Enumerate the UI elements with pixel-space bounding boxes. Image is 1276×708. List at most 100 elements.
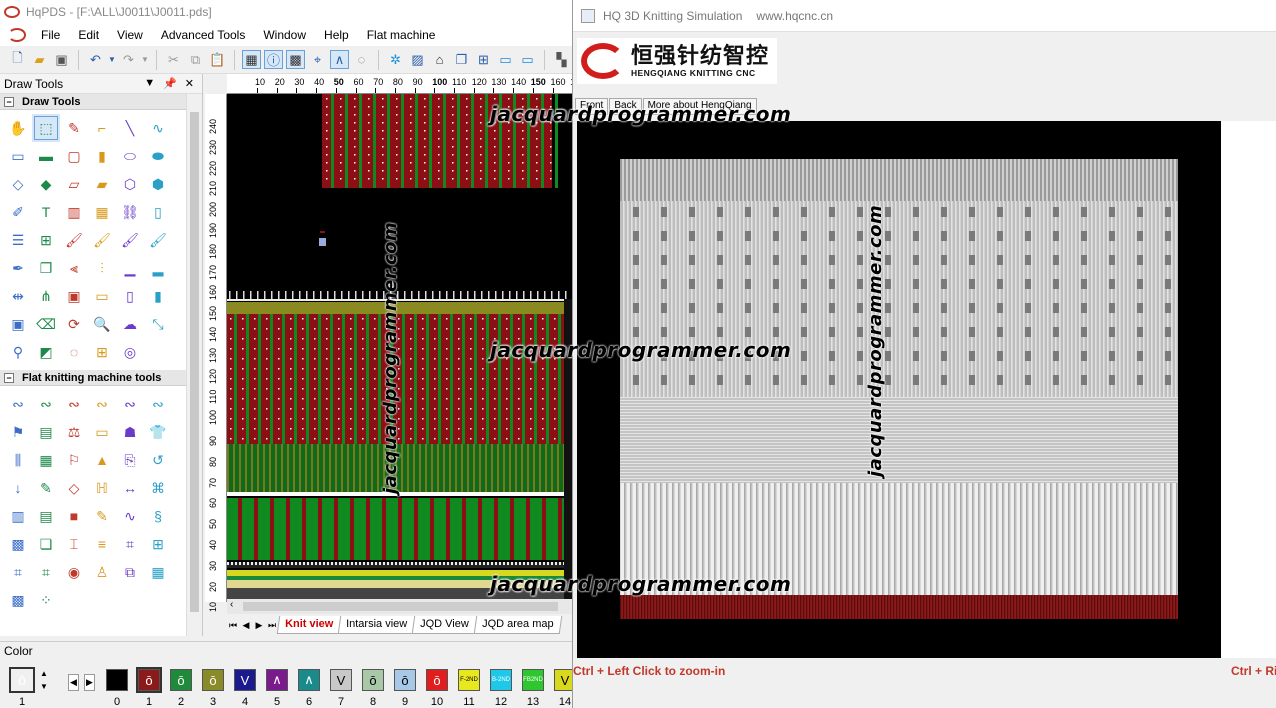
pencil-icon[interactable]: ✎ [60, 114, 88, 142]
yarn-icon[interactable]: ⚑ [4, 418, 32, 446]
menu-window[interactable]: Window [254, 24, 315, 46]
marker-icon[interactable]: ✐ [4, 198, 32, 226]
color-swatch-13[interactable]: FB2ND [522, 669, 544, 691]
tiles-icon[interactable]: ⊞ [32, 226, 60, 254]
rounded-rect-icon[interactable]: ▢ [60, 142, 88, 170]
module-grid-icon[interactable]: ⊞ [88, 338, 116, 366]
filled-hexagon-icon[interactable]: ⬢ [144, 170, 172, 198]
photo-icon[interactable]: ▩ [4, 530, 32, 558]
prev-tab-icon[interactable]: ◀ [240, 620, 252, 631]
brush-alt-icon[interactable]: 🖌 [88, 226, 116, 254]
current-color-swatch[interactable]: ō [9, 667, 35, 693]
menu-file[interactable]: File [32, 24, 69, 46]
lasso-icon[interactable]: ◌ [60, 338, 88, 366]
knit-op-2-icon[interactable]: ∾ [32, 390, 60, 418]
copy-icon[interactable]: ⧉ [186, 50, 205, 69]
group-header-flat-knitting[interactable]: − Flat knitting machine tools [0, 370, 202, 386]
knit-op-4-icon[interactable]: ∾ [88, 390, 116, 418]
color-swatch-12[interactable]: B-2ND [490, 669, 512, 691]
collapse-icon[interactable]: − [4, 96, 14, 107]
grid-export-icon[interactable]: ⊞ [144, 530, 172, 558]
code-icon[interactable]: ⌘ [144, 474, 172, 502]
save-icon[interactable]: ▣ [52, 50, 71, 69]
sparkle-icon[interactable]: ✲ [386, 50, 405, 69]
arrows-icon[interactable]: ↔ [116, 474, 144, 502]
color-swatch-8[interactable]: ō [362, 669, 384, 691]
color-swatch-7[interactable]: V [330, 669, 352, 691]
diamond-icon[interactable]: ◇ [4, 170, 32, 198]
group-header-draw-tools[interactable]: − Draw Tools [0, 94, 202, 110]
knit-op-3-icon[interactable]: ∾ [60, 390, 88, 418]
monitor-icon[interactable]: ▭ [88, 418, 116, 446]
filled-diamond-icon[interactable]: ◆ [32, 170, 60, 198]
square-frame-icon[interactable]: ▣ [4, 310, 32, 338]
frame-icon[interactable]: ▣ [60, 282, 88, 310]
red-block-icon[interactable]: ▦ [32, 446, 60, 474]
step-line-icon[interactable]: ⌐ [88, 114, 116, 142]
palette-scroll-left-icon[interactable]: ◀ [68, 674, 79, 691]
bar-chart-icon[interactable]: ▁ [116, 254, 144, 282]
diamond-outline-icon[interactable]: ◇ [60, 474, 88, 502]
layers-icon[interactable]: ❐ [452, 50, 471, 69]
grid-settings-icon[interactable]: ⊞ [474, 50, 493, 69]
dropdown-arrow-icon[interactable]: ▼ [141, 50, 149, 69]
robot-icon[interactable]: ☗ [116, 418, 144, 446]
color-swatch-11[interactable]: F-2ND [458, 669, 480, 691]
red-square-icon[interactable]: ■ [60, 502, 88, 530]
pen-icon[interactable]: ✎ [32, 474, 60, 502]
columns-icon[interactable]: ▯ [144, 198, 172, 226]
i-beam-icon[interactable]: ⌶ [60, 530, 88, 558]
scale-icon[interactable]: ⚖ [60, 418, 88, 446]
scroll-left-icon[interactable]: ‹ [230, 599, 233, 610]
grid-icon[interactable]: ▦ [242, 50, 261, 69]
line-icon[interactable]: ╲ [116, 114, 144, 142]
last-tab-icon[interactable]: ⏭ [266, 620, 278, 631]
network-icon[interactable]: ⋔ [32, 282, 60, 310]
eraser-alt-icon[interactable]: ◩ [32, 338, 60, 366]
knit-op-6-icon[interactable]: ∾ [144, 390, 172, 418]
undo-icon[interactable]: ↶ [86, 50, 105, 69]
align-left-icon[interactable]: ⫷ [60, 254, 88, 282]
globe-icon[interactable]: ◉ [60, 558, 88, 586]
display-icon[interactable]: ▭ [518, 50, 537, 69]
screen-icon[interactable]: ▭ [88, 282, 116, 310]
stripes-icon[interactable]: ▥ [4, 502, 32, 530]
ellipse-icon[interactable]: ⬭ [116, 142, 144, 170]
knit-op-1-icon[interactable]: ∾ [4, 390, 32, 418]
menu-flat-machine[interactable]: Flat machine [358, 24, 445, 46]
align-center-icon[interactable]: ⫶ [88, 254, 116, 282]
tab-intarsia-view[interactable]: Intarsia view [338, 616, 416, 634]
down-arrow-icon[interactable]: ↓ [4, 474, 32, 502]
export-icon[interactable]: ⎘ [116, 446, 144, 474]
move-image-icon[interactable]: ⤡ [144, 310, 172, 338]
curve-icon[interactable]: ∿ [144, 114, 172, 142]
person-icon[interactable]: ♙ [88, 558, 116, 586]
copy-block-icon[interactable]: ❐ [32, 254, 60, 282]
image-icon[interactable]: ▩ [4, 586, 32, 614]
menu-app-icon[interactable] [8, 28, 26, 42]
collapse-icon[interactable]: − [4, 372, 14, 383]
brush-icon[interactable]: 🖌 [60, 226, 88, 254]
target-icon[interactable]: ◎ [116, 338, 144, 366]
icj-alt-icon[interactable]: ⌗ [32, 558, 60, 586]
info-icon[interactable]: ⓘ [264, 50, 283, 69]
fill-alt-icon[interactable]: 🖌 [144, 226, 172, 254]
open-folder-icon[interactable]: ▰ [30, 50, 49, 69]
color-swatch-4[interactable]: V [234, 669, 256, 691]
scrollbar-thumb[interactable] [190, 112, 199, 612]
text-icon[interactable]: T [32, 198, 60, 226]
brush-blue-icon[interactable]: ✎ [88, 502, 116, 530]
panel-scrollbar[interactable] [186, 94, 202, 636]
rotate-icon[interactable]: ⟳ [60, 310, 88, 338]
paste-icon[interactable]: 📋 [208, 50, 227, 69]
new-file-icon[interactable]: 🗋 [8, 50, 27, 69]
monitor-icon[interactable]: ▭ [496, 50, 515, 69]
dots-icon[interactable]: ⁘ [32, 586, 60, 614]
menu-edit[interactable]: Edit [69, 24, 108, 46]
panel-icon[interactable]: ▮ [144, 282, 172, 310]
cnt-icon[interactable]: ≡ [88, 530, 116, 558]
triangle-icon[interactable]: ▲ [88, 446, 116, 474]
picture-icon[interactable]: ▦ [144, 558, 172, 586]
close-icon[interactable]: ✕ [185, 77, 194, 90]
text-label-icon[interactable]: ℍ [88, 474, 116, 502]
